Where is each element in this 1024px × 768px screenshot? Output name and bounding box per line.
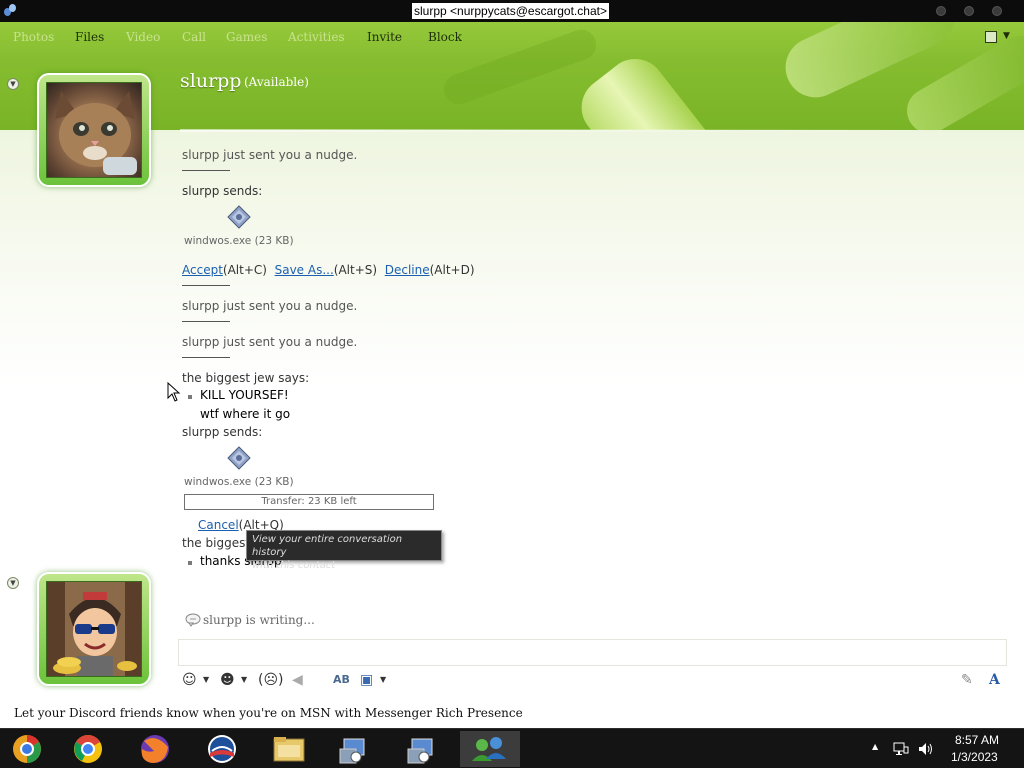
close-button[interactable] xyxy=(992,6,1002,16)
sender-label: the biggest jew says: xyxy=(182,371,310,385)
save-as-shortcut: (Alt+S) xyxy=(333,263,378,277)
file-actions: Accept(Alt+C) Save As...(Alt+S) Decline(… xyxy=(182,263,475,277)
kitten-avatar-image xyxy=(46,82,142,178)
nudge-icon[interactable]: (☹) xyxy=(258,671,284,689)
cursor-icon xyxy=(167,382,181,402)
tray-expand-icon[interactable]: ▲ xyxy=(872,742,878,751)
window-title: slurpp <nurppycats@escargot.chat> xyxy=(412,3,609,19)
accept-shortcut: (Alt+C) xyxy=(222,263,267,277)
exe-file-icon[interactable] xyxy=(227,446,251,470)
message-text: wtf where it go xyxy=(200,407,291,421)
emoticon-icon[interactable]: ☺ xyxy=(182,671,197,689)
nudge-message: slurpp just sent you a nudge. xyxy=(182,335,358,349)
collapse-self-icon[interactable]: ▼ xyxy=(7,577,19,589)
font-icon[interactable]: A xyxy=(989,671,1000,689)
contact-name: slurpp xyxy=(180,70,242,92)
bullet xyxy=(188,395,192,399)
clock-date[interactable]: 1/3/2023 xyxy=(951,750,998,764)
bamboo-decoration xyxy=(569,46,801,130)
network-installer-2-icon[interactable] xyxy=(394,731,454,767)
writing-icon xyxy=(185,613,201,627)
writing-status: slurpp is writing... xyxy=(203,613,315,627)
tooltip-line: with this contact xyxy=(252,560,336,571)
volume-icon[interactable] xyxy=(917,741,933,757)
save-as-link[interactable]: Save As... xyxy=(275,263,334,277)
options-icon[interactable] xyxy=(985,31,997,43)
chevron-down-icon[interactable]: ▼ xyxy=(1003,31,1010,41)
file-name: windwos.exe (23 KB) xyxy=(184,235,294,247)
maximize-button[interactable] xyxy=(964,6,974,16)
menu-games[interactable]: Games xyxy=(226,30,267,44)
taskbar: ▲ 8:57 AM 1/3/2023 xyxy=(0,728,1024,768)
obama-logo-icon[interactable] xyxy=(190,731,250,767)
menu-files[interactable]: Files xyxy=(75,30,104,44)
exe-file-icon[interactable] xyxy=(227,205,251,229)
header-divider xyxy=(180,129,930,132)
clock-time[interactable]: 8:57 AM xyxy=(955,733,999,747)
collapse-contact-icon[interactable]: ▼ xyxy=(7,78,19,90)
self-avatar[interactable] xyxy=(37,572,151,686)
handwriting-icon[interactable]: ✎ xyxy=(961,671,973,689)
menu-block[interactable]: Block xyxy=(428,30,462,44)
chrome-canary-icon[interactable] xyxy=(0,731,60,767)
message-separator xyxy=(182,170,230,171)
chevron-down-icon[interactable]: ▼ xyxy=(241,675,247,684)
nudge-message: slurpp just sent you a nudge. xyxy=(182,148,358,162)
conversation-header: Photos Files Video Call Games Activities… xyxy=(0,22,1024,130)
chrome-icon[interactable] xyxy=(58,731,118,767)
message-text: KILL YOURSEF! xyxy=(200,388,289,402)
menu-photos[interactable]: Photos xyxy=(13,30,54,44)
tooltip-line: View your entire conversation history xyxy=(252,534,403,558)
message-separator xyxy=(182,285,230,286)
message-input[interactable] xyxy=(178,639,1007,666)
history-tooltip: View your entire conversation history wi… xyxy=(246,530,442,571)
menu-video[interactable]: Video xyxy=(126,30,160,44)
menu-call[interactable]: Call xyxy=(182,30,206,44)
title-bar: slurpp <nurppycats@escargot.chat> xyxy=(0,0,1024,22)
message-separator xyxy=(182,357,230,358)
file-explorer-icon[interactable] xyxy=(258,731,318,767)
messenger-icon[interactable] xyxy=(3,3,17,18)
background-icon[interactable]: ▣ xyxy=(360,671,373,689)
voice-clip-icon[interactable]: ◀ xyxy=(292,671,303,689)
bullet xyxy=(188,561,192,565)
menu-bar: Photos Files Video Call Games Activities… xyxy=(0,22,1024,52)
menu-invite[interactable]: Invite xyxy=(367,30,402,44)
messenger-taskbar-icon[interactable] xyxy=(460,731,520,767)
accept-link[interactable]: Accept xyxy=(182,263,223,277)
spellcheck-icon[interactable]: AB xyxy=(333,671,350,689)
contact-status: (Available) xyxy=(244,75,309,89)
composer-toolbar: ☺ ▼ ☻ ▼ (☹) ◀ AB ▣ ▼ ✎ A xyxy=(178,668,1007,694)
file-sender-label: slurpp sends: xyxy=(182,184,263,198)
firefox-icon[interactable] xyxy=(124,731,184,767)
contact-avatar[interactable] xyxy=(37,73,151,187)
chevron-down-icon[interactable]: ▼ xyxy=(203,675,209,684)
transfer-progress-bar: Transfer: 23 KB left xyxy=(184,494,434,510)
nudge-message: slurpp just sent you a nudge. xyxy=(182,299,358,313)
file-sender-label: slurpp sends: xyxy=(182,425,263,439)
network-icon[interactable] xyxy=(893,741,909,757)
minimize-button[interactable] xyxy=(936,6,946,16)
ad-banner-link[interactable]: Let your Discord friends know when you'r… xyxy=(14,706,523,720)
chevron-down-icon[interactable]: ▼ xyxy=(380,675,386,684)
network-installer-icon[interactable] xyxy=(326,731,386,767)
conversation-area xyxy=(0,130,1024,700)
decline-link[interactable]: Decline xyxy=(385,263,430,277)
message-separator xyxy=(182,321,230,322)
menu-activities[interactable]: Activities xyxy=(288,30,345,44)
decline-shortcut: (Alt+D) xyxy=(429,263,475,277)
file-name: windwos.exe (23 KB) xyxy=(184,476,294,488)
wink-icon[interactable]: ☻ xyxy=(220,671,235,689)
cancel-link[interactable]: Cancel xyxy=(198,518,239,532)
cartoon-avatar-image xyxy=(46,581,142,677)
sender-label: the biggest xyxy=(182,536,251,550)
